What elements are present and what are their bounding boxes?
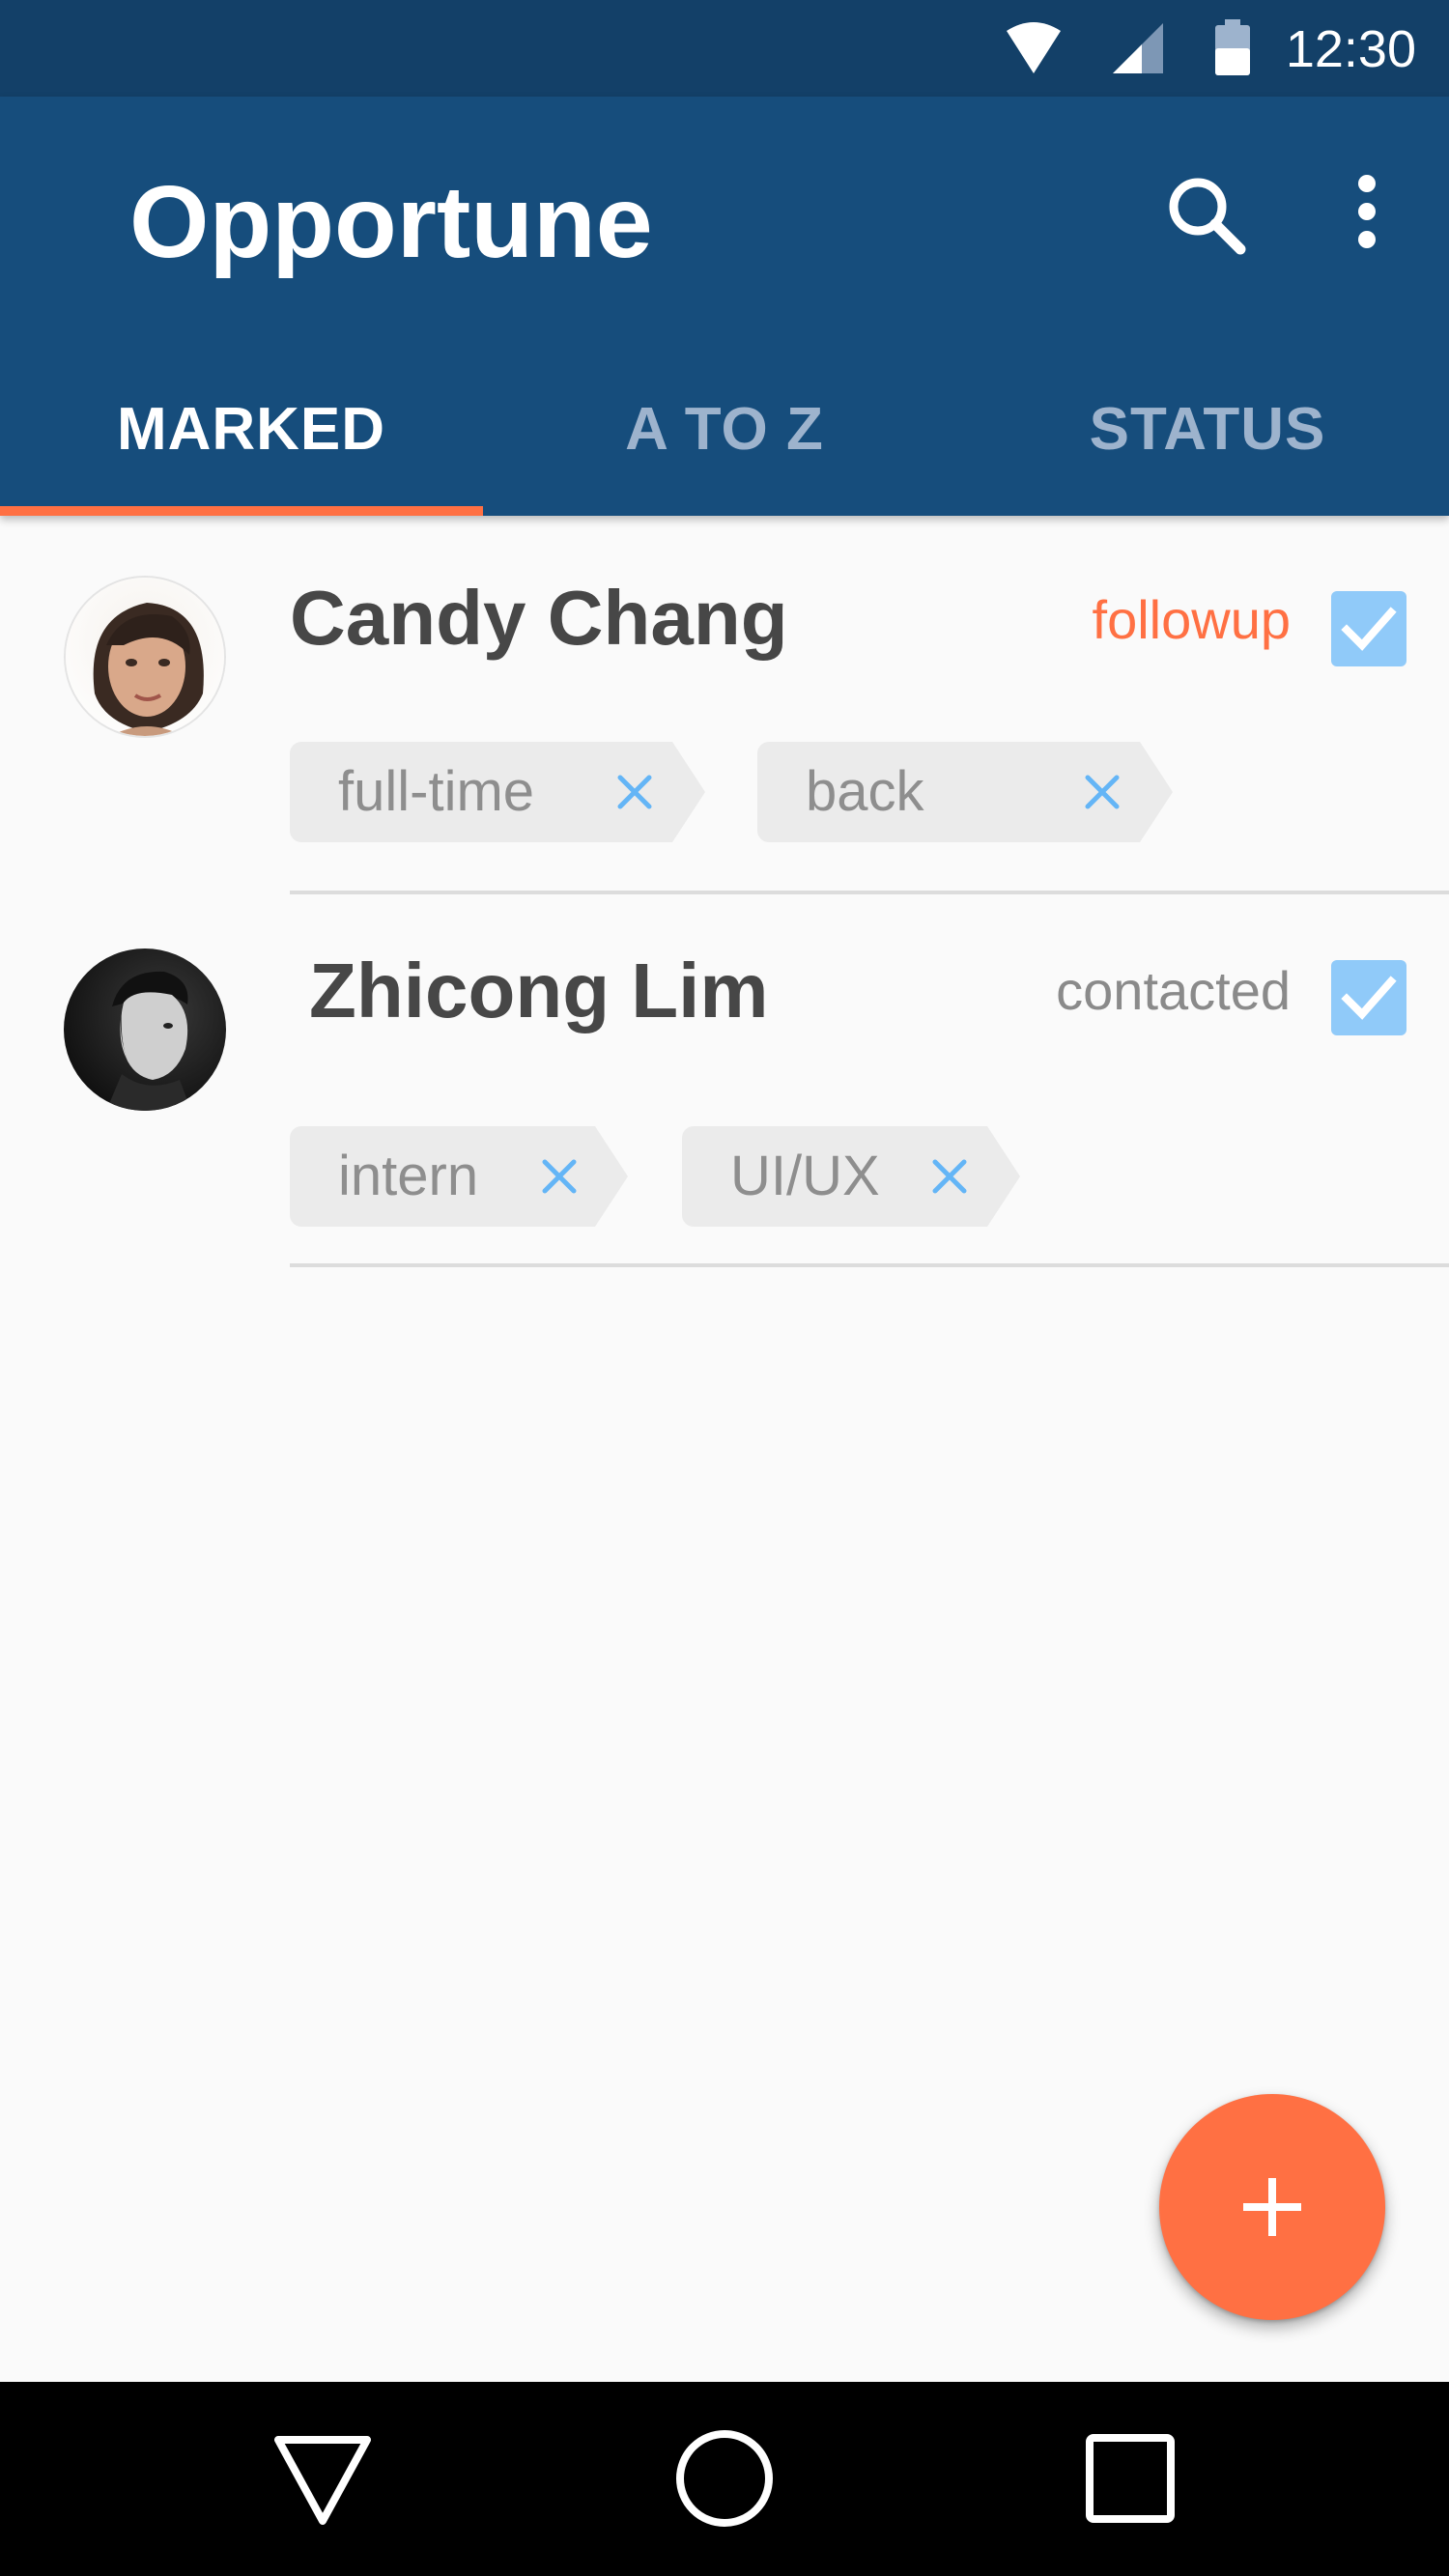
status-time: 12:30 (1285, 20, 1416, 78)
contact-status[interactable]: contacted (1056, 952, 1291, 1030)
tag-label: intern (338, 1145, 479, 1207)
list-item[interactable]: Candy Chang followup full-time back (0, 516, 1449, 894)
contact-checkbox[interactable] (1331, 960, 1406, 1035)
check-icon (1341, 976, 1397, 1020)
home-icon[interactable] (667, 2420, 782, 2536)
contact-checkbox[interactable] (1331, 591, 1406, 666)
wifi-icon (1007, 22, 1061, 73)
tab-marked[interactable]: MARKED (0, 357, 502, 516)
check-icon (1341, 607, 1397, 651)
close-icon[interactable] (925, 1152, 974, 1201)
close-icon[interactable] (611, 768, 659, 816)
more-options-button[interactable] (1333, 164, 1401, 270)
search-icon (1169, 178, 1246, 255)
avatar (64, 948, 226, 1111)
tag-chip: full-time (290, 742, 705, 842)
tag-label: UI/UX (730, 1145, 880, 1207)
signal-icon (1113, 23, 1163, 73)
tag-label: full-time (338, 760, 535, 823)
status-bar: 12:30 (0, 0, 1449, 97)
list-item[interactable]: Zhicong Lim contacted intern UI/UX (0, 894, 1449, 1269)
contact-name: Candy Chang (290, 575, 788, 661)
battery-icon (1215, 19, 1250, 75)
more-vert-icon (1358, 175, 1376, 248)
close-icon[interactable] (535, 1152, 583, 1201)
navigation-bar (0, 2382, 1449, 2576)
close-icon[interactable] (1078, 768, 1126, 816)
tab-bar: MARKED A TO Z STATUS (0, 357, 1449, 516)
add-icon (1243, 2178, 1301, 2236)
app-bar: Opportune MARKED A TO Z STATUS (0, 97, 1449, 516)
tab-a-to-z[interactable]: A TO Z (483, 357, 966, 516)
app-title: Opportune (129, 165, 653, 279)
tag-chip: UI/UX (682, 1126, 1020, 1227)
tag-label: back (806, 760, 924, 823)
tab-status[interactable]: STATUS (966, 357, 1449, 516)
tag-chip: back (757, 742, 1173, 842)
tab-indicator (0, 506, 483, 516)
tag-chip: intern (290, 1126, 628, 1227)
contact-status[interactable]: followup (1093, 581, 1291, 659)
avatar (64, 576, 226, 738)
back-icon[interactable] (265, 2420, 381, 2536)
contact-name: Zhicong Lim (309, 948, 769, 1033)
add-contact-button[interactable] (1159, 2094, 1385, 2320)
search-button[interactable] (1155, 164, 1262, 270)
recents-icon[interactable] (1072, 2420, 1188, 2536)
divider (290, 1263, 1449, 1267)
